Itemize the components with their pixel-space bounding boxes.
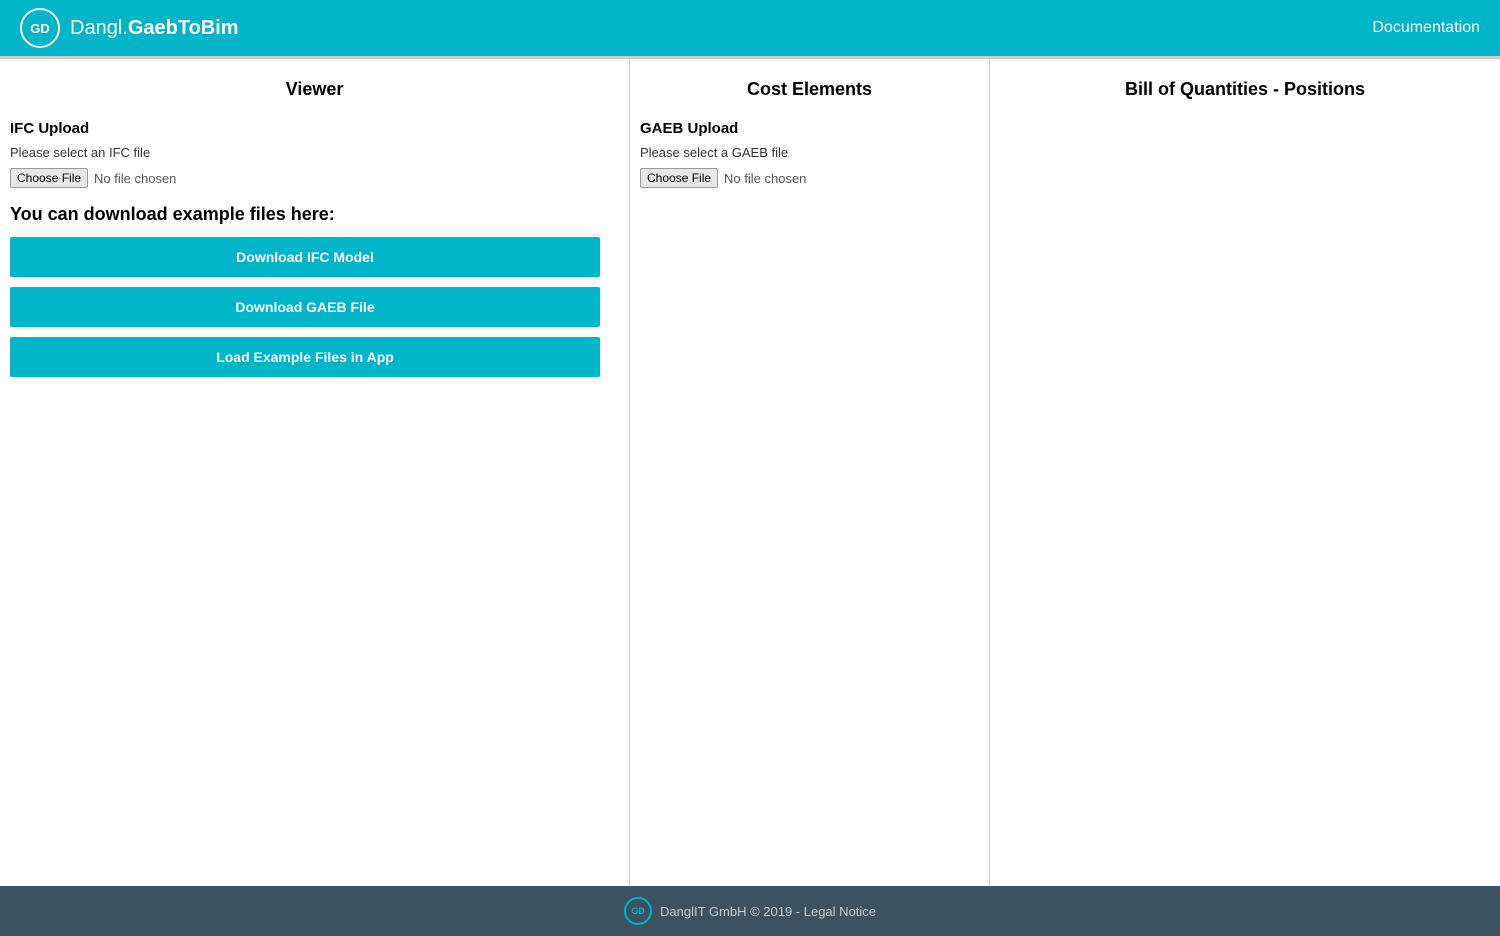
gaeb-file-input-row: Choose File No file chosen [640, 168, 979, 188]
ifc-no-file-label: No file chosen [94, 171, 176, 186]
download-ifc-button[interactable]: Download IFC Model [10, 237, 600, 277]
ifc-choose-file-button[interactable]: Choose File [10, 168, 88, 188]
boq-header: Bill of Quantities - Positions [1000, 79, 1490, 100]
gaeb-choose-file-button[interactable]: Choose File [640, 168, 718, 188]
gaeb-upload-desc: Please select a GAEB file [640, 145, 979, 160]
app-title: Dangl.GaebToBim [70, 17, 239, 40]
footer-logo-circle: GD [624, 897, 652, 925]
download-gaeb-button[interactable]: Download GAEB File [10, 287, 600, 327]
footer-logo-text: GD [631, 906, 645, 916]
title-normal: Dangl. [70, 17, 128, 39]
logo-circle: GD [20, 8, 60, 48]
app-footer: GD DanglIT GmbH © 2019 - Legal Notice [0, 886, 1500, 936]
cost-elements-column: Cost Elements GAEB Upload Please select … [630, 59, 990, 886]
logo-text: GD [30, 21, 50, 36]
boq-column: Bill of Quantities - Positions [990, 59, 1500, 886]
download-heading: You can download example files here: [10, 204, 619, 225]
ifc-upload-desc: Please select an IFC file [10, 145, 619, 160]
documentation-link[interactable]: Documentation [1372, 19, 1480, 37]
ifc-file-input-row: Choose File No file chosen [10, 168, 619, 188]
gaeb-no-file-label: No file chosen [724, 171, 806, 186]
viewer-header: Viewer [10, 79, 619, 100]
cost-elements-header: Cost Elements [640, 79, 979, 100]
app-header: GD Dangl.GaebToBim Documentation [0, 0, 1500, 56]
ifc-upload-title: IFC Upload [10, 120, 619, 137]
load-example-button[interactable]: Load Example Files in App [10, 337, 600, 377]
gaeb-upload-title: GAEB Upload [640, 120, 979, 137]
footer-text: DanglIT GmbH © 2019 - Legal Notice [660, 904, 876, 919]
viewer-column: Viewer IFC Upload Please select an IFC f… [0, 59, 630, 886]
main-content: Viewer IFC Upload Please select an IFC f… [0, 59, 1500, 886]
title-bold: GaebToBim [128, 17, 239, 39]
header-logo: GD Dangl.GaebToBim [20, 8, 239, 48]
